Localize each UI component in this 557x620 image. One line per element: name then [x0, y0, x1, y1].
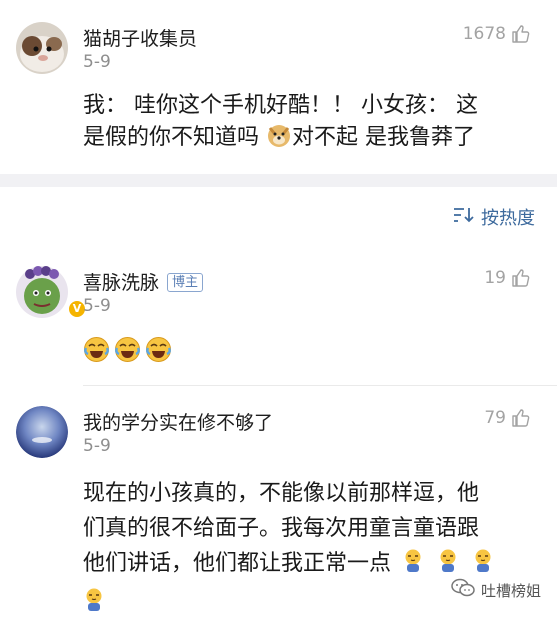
- sort-icon: [453, 207, 475, 228]
- section-divider: [0, 174, 557, 187]
- comment-fragment: 是假的你不知道吗: [83, 125, 266, 150]
- comment-line: [83, 585, 494, 620]
- username-text: 喜脉洗脉: [83, 272, 160, 294]
- laugh-cry-emoji: [114, 336, 141, 373]
- thumbs-up-icon: [511, 268, 531, 288]
- comment-item: V 喜脉洗脉 博主 5-9 19: [0, 266, 557, 376]
- avatar[interactable]: V: [16, 266, 87, 319]
- like-count: 79: [484, 408, 506, 428]
- watermark: 吐槽榜姐: [451, 578, 541, 602]
- sort-toggle[interactable]: 按热度: [453, 204, 535, 230]
- avatar[interactable]: [16, 22, 68, 74]
- laugh-cry-emoji: [83, 336, 110, 373]
- comment-line: 是假的你不知道吗 对不起 是我鲁莽了: [83, 122, 478, 158]
- username[interactable]: 喜脉洗脉 博主: [83, 268, 204, 295]
- comment-date: 5-9: [83, 52, 111, 72]
- like-button[interactable]: 79: [484, 408, 531, 428]
- like-button[interactable]: 19: [484, 268, 531, 288]
- username[interactable]: 猫胡子收集员: [83, 24, 197, 51]
- thumbs-up-icon: [511, 24, 531, 44]
- avatar[interactable]: [16, 406, 68, 458]
- wechat-icon: [451, 578, 475, 602]
- sort-label: 按热度: [481, 208, 535, 229]
- username[interactable]: 我的学分实在修不够了: [83, 408, 273, 435]
- sleepy-baby-emoji: [83, 587, 105, 620]
- like-count: 19: [484, 268, 506, 288]
- comment-fragment: 对不起 是我鲁莽了: [292, 125, 475, 150]
- comment-feed: 猫胡子收集员 5-9 1678 我： 哇你这个手机好酷！！ 小女孩： 这 是假的…: [0, 0, 557, 620]
- comment-line: 们真的很不给面子。我每次用童言童语跟: [83, 516, 480, 541]
- like-count: 1678: [462, 24, 506, 44]
- comment-text: 现在的小孩真的，不能像以前那样逗，他 们真的很不给面子。我每次用童言童语跟 他们…: [83, 476, 494, 620]
- comment-item: 猫胡子收集员 5-9 1678 我： 哇你这个手机好酷！！ 小女孩： 这 是假的…: [0, 22, 557, 162]
- watermark-text: 吐槽榜姐: [480, 581, 541, 600]
- doge-emoji: [266, 122, 292, 158]
- comment-date: 5-9: [83, 296, 111, 316]
- author-badge: 博主: [167, 273, 204, 292]
- like-button[interactable]: 1678: [463, 24, 531, 44]
- comment-emojis: [83, 336, 172, 373]
- laugh-cry-emoji: [145, 336, 172, 373]
- comment-line: 我： 哇你这个手机好酷！！ 小女孩： 这: [83, 93, 478, 118]
- comment-date: 5-9: [83, 436, 111, 456]
- comment-fragment: 他们讲话，他们都让我正常一点: [83, 551, 392, 576]
- comment-separator: [83, 385, 557, 386]
- comment-line: 现在的小孩真的，不能像以前那样逗，他: [83, 481, 480, 506]
- sleepy-baby-emoji: [402, 548, 424, 585]
- comment-line: 他们讲话，他们都让我正常一点: [83, 546, 494, 585]
- comment-text: 我： 哇你这个手机好酷！！ 小女孩： 这 是假的你不知道吗 对不起 是我鲁莽了: [83, 90, 478, 158]
- thumbs-up-icon: [511, 408, 531, 428]
